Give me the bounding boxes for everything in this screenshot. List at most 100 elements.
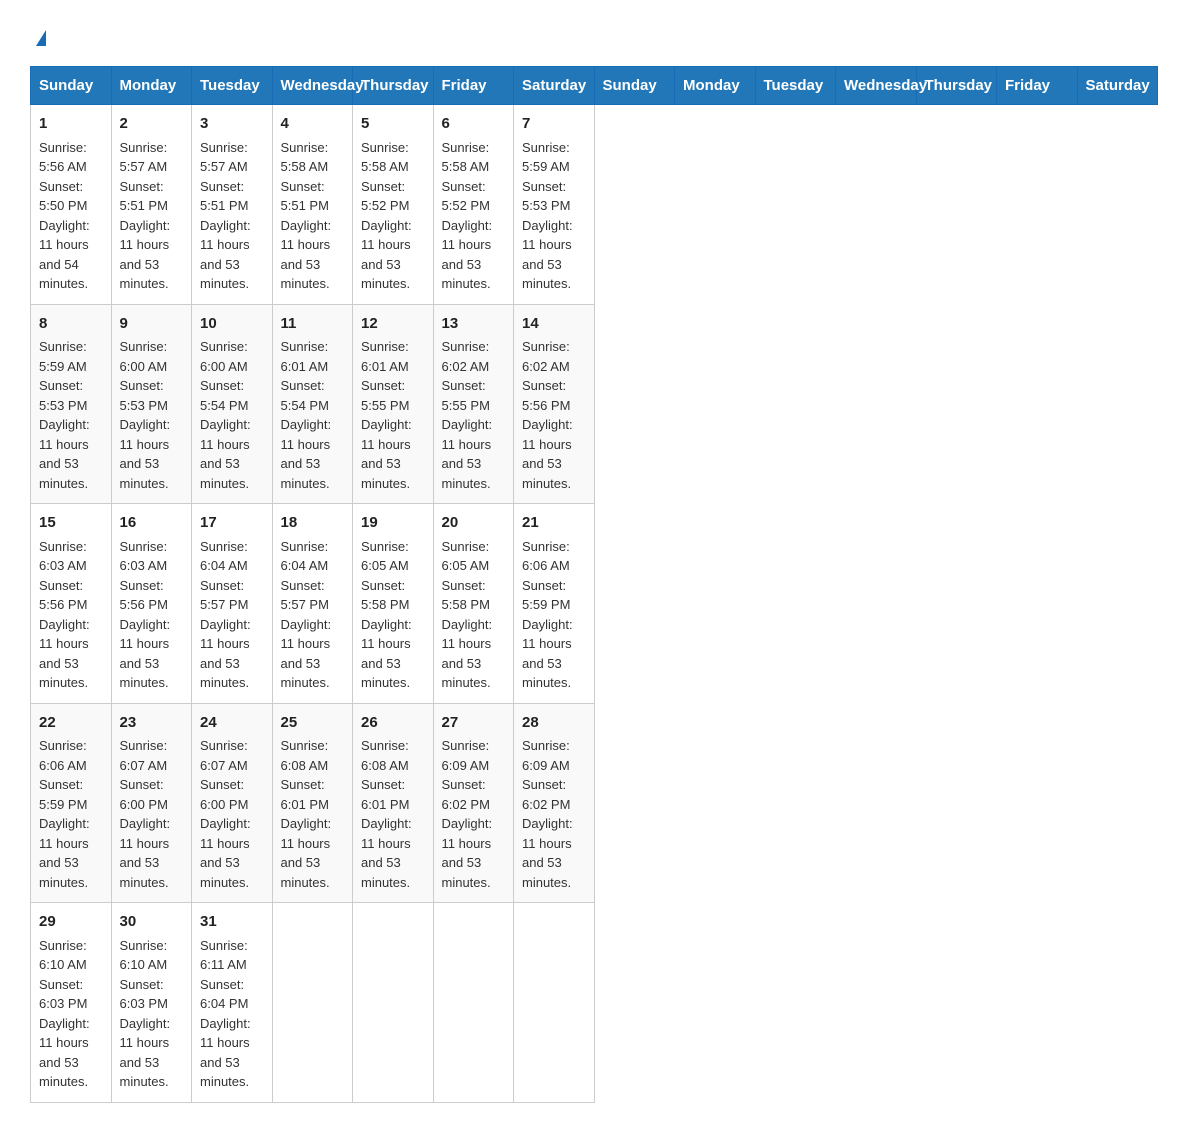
sunset-info: Sunset: 5:57 PM (200, 578, 248, 613)
sunset-info: Sunset: 5:54 PM (281, 378, 329, 413)
calendar-cell: 17 Sunrise: 6:04 AM Sunset: 5:57 PM Dayl… (192, 504, 273, 704)
daylight-info: Daylight: 11 hours and 53 minutes. (39, 617, 90, 691)
sunrise-info: Sunrise: 6:06 AM (39, 738, 87, 773)
day-number: 7 (522, 113, 586, 136)
sunset-info: Sunset: 6:01 PM (361, 777, 409, 812)
logo-blue (30, 30, 46, 46)
calendar-cell: 20 Sunrise: 6:05 AM Sunset: 5:58 PM Dayl… (433, 504, 514, 704)
header-saturday: Saturday (514, 67, 595, 105)
daylight-info: Daylight: 11 hours and 53 minutes. (281, 816, 332, 890)
sunrise-info: Sunrise: 6:04 AM (200, 539, 248, 574)
daylight-info: Daylight: 11 hours and 54 minutes. (39, 218, 90, 292)
calendar-cell: 15 Sunrise: 6:03 AM Sunset: 5:56 PM Dayl… (31, 504, 112, 704)
sunrise-info: Sunrise: 6:07 AM (120, 738, 168, 773)
day-number: 4 (281, 113, 345, 136)
day-number: 30 (120, 911, 184, 934)
sunset-info: Sunset: 6:03 PM (39, 977, 87, 1012)
header-sunday: Sunday (594, 67, 675, 105)
daylight-info: Daylight: 11 hours and 53 minutes. (442, 218, 493, 292)
header-thursday: Thursday (916, 67, 997, 105)
daylight-info: Daylight: 11 hours and 53 minutes. (361, 417, 412, 491)
daylight-info: Daylight: 11 hours and 53 minutes. (442, 417, 493, 491)
sunset-info: Sunset: 5:52 PM (442, 179, 490, 214)
sunset-info: Sunset: 5:56 PM (39, 578, 87, 613)
day-number: 17 (200, 512, 264, 535)
calendar-cell: 3 Sunrise: 5:57 AM Sunset: 5:51 PM Dayli… (192, 105, 273, 305)
daylight-info: Daylight: 11 hours and 53 minutes. (281, 218, 332, 292)
day-number: 6 (442, 113, 506, 136)
sunset-info: Sunset: 5:56 PM (120, 578, 168, 613)
calendar-cell: 19 Sunrise: 6:05 AM Sunset: 5:58 PM Dayl… (353, 504, 434, 704)
daylight-info: Daylight: 11 hours and 53 minutes. (281, 417, 332, 491)
sunrise-info: Sunrise: 5:57 AM (120, 140, 168, 175)
sunrise-info: Sunrise: 6:05 AM (361, 539, 409, 574)
daylight-info: Daylight: 11 hours and 53 minutes. (281, 617, 332, 691)
header-tuesday: Tuesday (192, 67, 273, 105)
calendar-cell: 4 Sunrise: 5:58 AM Sunset: 5:51 PM Dayli… (272, 105, 353, 305)
sunset-info: Sunset: 5:51 PM (281, 179, 329, 214)
header-monday: Monday (675, 67, 756, 105)
calendar-cell (433, 903, 514, 1103)
calendar-cell: 22 Sunrise: 6:06 AM Sunset: 5:59 PM Dayl… (31, 703, 112, 903)
day-number: 18 (281, 512, 345, 535)
day-number: 3 (200, 113, 264, 136)
calendar-week-5: 29 Sunrise: 6:10 AM Sunset: 6:03 PM Dayl… (31, 903, 1158, 1103)
sunset-info: Sunset: 6:04 PM (200, 977, 248, 1012)
calendar-week-1: 1 Sunrise: 5:56 AM Sunset: 5:50 PM Dayli… (31, 105, 1158, 305)
sunrise-info: Sunrise: 6:10 AM (120, 938, 168, 973)
day-number: 22 (39, 712, 103, 735)
calendar-cell: 26 Sunrise: 6:08 AM Sunset: 6:01 PM Dayl… (353, 703, 434, 903)
calendar-cell: 30 Sunrise: 6:10 AM Sunset: 6:03 PM Dayl… (111, 903, 192, 1103)
sunrise-info: Sunrise: 6:08 AM (281, 738, 329, 773)
calendar-cell: 6 Sunrise: 5:58 AM Sunset: 5:52 PM Dayli… (433, 105, 514, 305)
header-tuesday: Tuesday (755, 67, 836, 105)
calendar-cell: 2 Sunrise: 5:57 AM Sunset: 5:51 PM Dayli… (111, 105, 192, 305)
calendar-cell: 18 Sunrise: 6:04 AM Sunset: 5:57 PM Dayl… (272, 504, 353, 704)
sunset-info: Sunset: 5:55 PM (361, 378, 409, 413)
day-number: 9 (120, 313, 184, 336)
header-wednesday: Wednesday (272, 67, 353, 105)
calendar-table: SundayMondayTuesdayWednesdayThursdayFrid… (30, 66, 1158, 1103)
sunrise-info: Sunrise: 6:02 AM (522, 339, 570, 374)
sunset-info: Sunset: 5:58 PM (361, 578, 409, 613)
calendar-week-2: 8 Sunrise: 5:59 AM Sunset: 5:53 PM Dayli… (31, 304, 1158, 504)
sunset-info: Sunset: 6:00 PM (120, 777, 168, 812)
sunrise-info: Sunrise: 6:04 AM (281, 539, 329, 574)
calendar-cell: 1 Sunrise: 5:56 AM Sunset: 5:50 PM Dayli… (31, 105, 112, 305)
sunset-info: Sunset: 6:03 PM (120, 977, 168, 1012)
sunset-info: Sunset: 5:53 PM (39, 378, 87, 413)
sunset-info: Sunset: 5:53 PM (120, 378, 168, 413)
daylight-info: Daylight: 11 hours and 53 minutes. (361, 816, 412, 890)
sunrise-info: Sunrise: 6:01 AM (281, 339, 329, 374)
sunset-info: Sunset: 5:53 PM (522, 179, 570, 214)
day-number: 19 (361, 512, 425, 535)
day-number: 21 (522, 512, 586, 535)
day-number: 1 (39, 113, 103, 136)
calendar-week-4: 22 Sunrise: 6:06 AM Sunset: 5:59 PM Dayl… (31, 703, 1158, 903)
sunrise-info: Sunrise: 6:11 AM (200, 938, 248, 973)
sunrise-info: Sunrise: 6:00 AM (120, 339, 168, 374)
daylight-info: Daylight: 11 hours and 53 minutes. (442, 617, 493, 691)
sunrise-info: Sunrise: 6:09 AM (442, 738, 490, 773)
sunset-info: Sunset: 5:57 PM (281, 578, 329, 613)
sunset-info: Sunset: 5:59 PM (39, 777, 87, 812)
calendar-cell: 14 Sunrise: 6:02 AM Sunset: 5:56 PM Dayl… (514, 304, 595, 504)
day-number: 29 (39, 911, 103, 934)
daylight-info: Daylight: 11 hours and 53 minutes. (522, 417, 573, 491)
day-number: 13 (442, 313, 506, 336)
day-number: 26 (361, 712, 425, 735)
daylight-info: Daylight: 11 hours and 53 minutes. (120, 617, 171, 691)
daylight-info: Daylight: 11 hours and 53 minutes. (120, 417, 171, 491)
daylight-info: Daylight: 11 hours and 53 minutes. (120, 218, 171, 292)
calendar-cell: 23 Sunrise: 6:07 AM Sunset: 6:00 PM Dayl… (111, 703, 192, 903)
sunrise-info: Sunrise: 5:59 AM (39, 339, 87, 374)
daylight-info: Daylight: 11 hours and 53 minutes. (361, 617, 412, 691)
sunset-info: Sunset: 5:59 PM (522, 578, 570, 613)
sunrise-info: Sunrise: 6:05 AM (442, 539, 490, 574)
calendar-cell: 27 Sunrise: 6:09 AM Sunset: 6:02 PM Dayl… (433, 703, 514, 903)
day-number: 10 (200, 313, 264, 336)
daylight-info: Daylight: 11 hours and 53 minutes. (522, 617, 573, 691)
sunset-info: Sunset: 5:52 PM (361, 179, 409, 214)
calendar-cell: 13 Sunrise: 6:02 AM Sunset: 5:55 PM Dayl… (433, 304, 514, 504)
sunrise-info: Sunrise: 5:58 AM (442, 140, 490, 175)
